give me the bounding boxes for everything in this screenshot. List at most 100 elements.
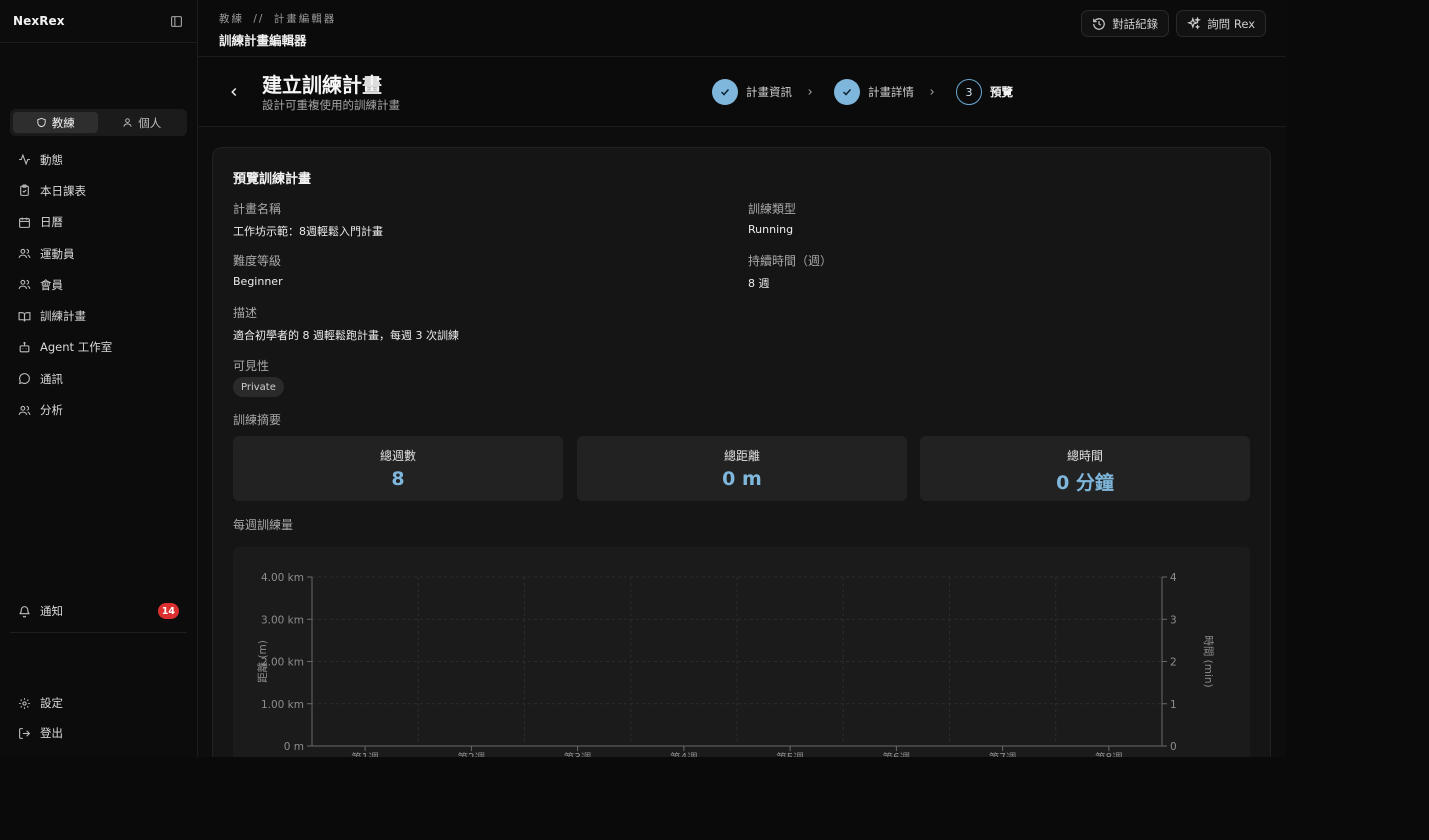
step-done-indicator <box>834 79 860 105</box>
preview-title: 預覽訓練計畫 <box>233 172 312 187</box>
sidebar-toggle-button[interactable] <box>169 14 183 28</box>
step-number: 3 <box>956 79 982 105</box>
stat-label: 總時間 <box>1066 449 1103 463</box>
y2-tick-label: 3 <box>1170 614 1177 626</box>
sidebar-item-messages[interactable]: 通訊 <box>10 363 187 394</box>
sidebar: NexRex 教練 個人 動態 本日課表 日曆 運動員 會員 訓練計畫 Agen… <box>0 0 198 757</box>
y-tick-label: 3.00 km <box>261 614 304 626</box>
y2-axis-title: 時間 (min) <box>1202 635 1214 687</box>
sidebar-item-notifications[interactable]: 通知 14 <box>10 598 187 624</box>
chevron-left-icon <box>231 87 237 97</box>
training-type-label: 訓練類型 <box>748 202 797 216</box>
sidebar-item-label: 本日課表 <box>40 183 86 198</box>
y2-tick-label: 1 <box>1170 699 1177 711</box>
bot-icon <box>19 341 30 353</box>
main-panel: 教練 // 計畫編輯器 訓練計畫編輯器 對話紀錄 詢問 Rex 建立訓練計畫 設… <box>198 0 1286 757</box>
x-tick-label: 第6週 <box>883 751 911 757</box>
stat-value: 8 <box>391 468 405 490</box>
x-tick-label: 第1週 <box>351 751 379 757</box>
history-icon <box>1093 17 1105 30</box>
users-icon <box>18 280 31 290</box>
sidebar-item-label: 登出 <box>40 726 63 740</box>
weekly-volume-label: 每週訓練量 <box>233 518 294 532</box>
sidebar-item-label: 分析 <box>40 403 63 418</box>
duration-label: 持續時間（週） <box>748 254 833 268</box>
sidebar-item-label: 訓練計畫 <box>40 309 86 324</box>
breadcrumb-item-coach[interactable]: 教練 <box>219 13 244 25</box>
weekly-volume-chart: 0 m1.00 km2.00 km3.00 km4.00 km01234第1週第… <box>233 547 1250 757</box>
description-label: 描述 <box>233 306 258 320</box>
sidebar-nav: 動態 本日課表 日曆 運動員 會員 訓練計畫 Agent 工作室 通訊 分析 <box>10 144 187 426</box>
sidebar-item-label: 會員 <box>40 277 63 292</box>
step-label: 計畫資訊 <box>746 85 792 99</box>
ask-rex-label: 詢問 Rex <box>1207 16 1255 31</box>
sidebar-item-today[interactable]: 本日課表 <box>10 175 187 206</box>
app-window: NexRex 教練 個人 動態 本日課表 日曆 運動員 會員 訓練計畫 Agen… <box>0 0 1286 757</box>
breadcrumb: 教練 // 計畫編輯器 <box>219 11 336 26</box>
message-circle-icon <box>18 373 30 385</box>
step-label: 預覽 <box>990 85 1013 99</box>
x-tick-label: 第2週 <box>458 751 486 757</box>
check-icon <box>842 88 852 96</box>
mode-personal-button[interactable]: 個人 <box>100 112 185 133</box>
sidebar-item-plans[interactable]: 訓練計畫 <box>10 300 187 331</box>
step-preview[interactable]: 3 預覽 <box>956 79 1013 105</box>
user-icon <box>123 118 132 127</box>
step-plan-info[interactable]: 計畫資訊 <box>712 79 792 105</box>
mode-switch: 教練 個人 <box>10 109 187 136</box>
sidebar-item-agent-studio[interactable]: Agent 工作室 <box>10 332 187 363</box>
y2-tick-label: 2 <box>1170 657 1177 669</box>
chat-history-button[interactable]: 對話紀錄 <box>1081 10 1170 37</box>
book-open-icon <box>18 311 31 322</box>
page-title: 建立訓練計畫 <box>262 73 382 97</box>
mode-coach-button[interactable]: 教練 <box>13 112 98 133</box>
sidebar-item-analytics[interactable]: 分析 <box>10 394 187 425</box>
activity-icon <box>19 153 30 166</box>
sidebar-item-label: 通訊 <box>40 371 63 386</box>
x-tick-label: 第7週 <box>989 751 1017 757</box>
y-axis-title: 距離 (m) <box>256 640 269 683</box>
sidebar-item-label: 動態 <box>40 152 63 167</box>
description-value: 適合初學者的 8 週輕鬆跑計畫，每週 3 次訓練 <box>233 329 459 342</box>
sidebar-item-members[interactable]: 會員 <box>10 269 187 300</box>
y2-tick-label: 4 <box>1170 572 1177 584</box>
stat-value: 0 分鐘 <box>1056 472 1114 494</box>
sidebar-item-label: Agent 工作室 <box>40 340 113 355</box>
sidebar-item-settings[interactable]: 設定 <box>10 690 187 716</box>
sidebar-item-calendar[interactable]: 日曆 <box>10 207 187 238</box>
plan-name-value: 工作坊示範：8週輕鬆入門計畫 <box>233 225 383 238</box>
visibility-label: 可見性 <box>233 359 270 373</box>
log-out-icon <box>19 727 31 739</box>
sidebar-item-activity[interactable]: 動態 <box>10 144 187 175</box>
sidebar-item-athletes[interactable]: 運動員 <box>10 238 187 269</box>
x-tick-label: 第4週 <box>670 751 698 757</box>
mode-coach-label: 教練 <box>51 115 75 130</box>
step-separator <box>805 87 815 97</box>
ask-rex-button[interactable]: 詢問 Rex <box>1176 10 1266 37</box>
y-tick-label: 1.00 km <box>261 699 304 711</box>
level-label: 難度等級 <box>233 254 282 268</box>
shield-icon <box>37 117 46 128</box>
sidebar-item-label: 通知 <box>40 604 63 618</box>
notification-count-badge: 14 <box>157 603 179 619</box>
step-plan-details[interactable]: 計畫詳情 <box>834 79 914 105</box>
brand-logo: NexRex <box>13 14 65 28</box>
sidebar-item-logout[interactable]: 登出 <box>10 720 187 746</box>
y2-tick-label: 0 <box>1170 741 1177 753</box>
chevron-right-icon <box>808 89 812 95</box>
step-label: 計畫詳情 <box>868 85 914 99</box>
sidebar-item-label: 日曆 <box>40 215 63 230</box>
back-button[interactable] <box>224 82 244 102</box>
stat-label: 總距離 <box>723 449 760 463</box>
gear-icon <box>19 697 30 709</box>
breadcrumb-item-plan-editor[interactable]: 計畫編輯器 <box>274 13 337 25</box>
preview-card: 預覽訓練計畫 計畫名稱 工作坊示範：8週輕鬆入門計畫 訓練類型 Running … <box>212 147 1271 757</box>
calendar-icon <box>19 217 30 228</box>
step-separator <box>927 87 937 97</box>
training-type-value: Running <box>748 223 794 236</box>
bell-icon <box>19 605 30 617</box>
x-tick-label: 第3週 <box>564 751 592 757</box>
stat-total-distance: 總距離 0 m <box>577 436 907 501</box>
stat-total-weeks: 總週數 8 <box>233 436 563 501</box>
top-actions: 對話紀錄 詢問 Rex <box>1081 10 1266 37</box>
